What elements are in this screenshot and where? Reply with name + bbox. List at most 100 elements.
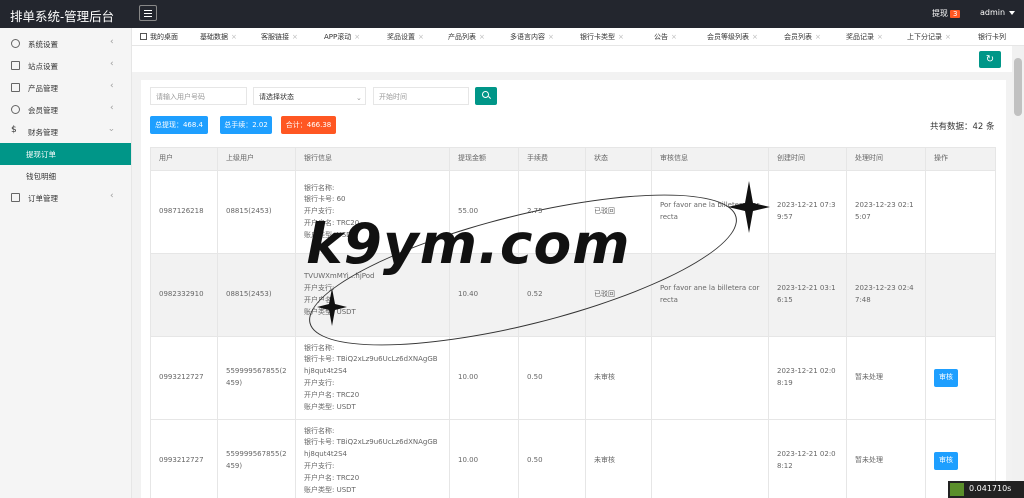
column-header: 操作 <box>925 147 996 171</box>
close-icon[interactable]: × <box>418 33 424 41</box>
cell-action <box>925 253 996 337</box>
load-timer: 0.041710s <box>948 481 1024 498</box>
close-icon[interactable]: × <box>815 33 821 41</box>
chevron-left-icon: ‹ <box>110 103 114 113</box>
sidebar-item-system-settings[interactable]: 系统设置 ‹ <box>0 33 131 55</box>
search-icon <box>482 91 489 98</box>
column-header: 创建时间 <box>768 147 847 171</box>
scrollbar-thumb[interactable] <box>1014 58 1022 116</box>
cell-parent: 559999567855(2459) <box>217 419 296 498</box>
sidebar-item-order-management[interactable]: 订单管理 ‹ <box>0 187 131 209</box>
tab-points-records[interactable]: 上下分记录 × <box>907 32 951 42</box>
table-header-row: 用户 上级用户 银行信息 提现金额 手续费 状态 审核信息 创建时间 处理时间 … <box>150 147 996 171</box>
column-header: 审核信息 <box>651 147 769 171</box>
timer-icon <box>950 483 964 496</box>
sidebar-item-wallet-details[interactable]: 钱包明细 <box>0 165 131 187</box>
total-sum-badge: 合计：466.38 <box>281 116 336 134</box>
close-icon[interactable]: × <box>548 33 554 41</box>
tab-app-scroll[interactable]: APP滚动 × <box>324 32 360 42</box>
cell-audit <box>651 336 769 420</box>
app-title: 排单系统-管理后台 <box>10 10 115 24</box>
column-header: 处理时间 <box>846 147 926 171</box>
cell-action <box>925 170 996 254</box>
refresh-button[interactable]: ↻ <box>979 51 1001 68</box>
cart-icon <box>11 83 20 92</box>
chevron-left-icon: ‹ <box>110 191 114 201</box>
column-header: 手续费 <box>518 147 586 171</box>
hamburger-icon <box>144 9 152 11</box>
close-icon[interactable]: × <box>479 33 485 41</box>
close-icon[interactable]: × <box>945 33 951 41</box>
sidebar-item-member-management[interactable]: 会员管理 ‹ <box>0 99 131 121</box>
close-icon[interactable]: × <box>671 33 677 41</box>
tab-basic-data[interactable]: 基础数据 × <box>200 32 237 42</box>
notification-count-badge: 3 <box>950 10 961 18</box>
tab-product-list[interactable]: 产品列表 × <box>448 32 485 42</box>
cell-parent: 08815(2453) <box>217 170 296 254</box>
tab-prize-records[interactable]: 奖品记录 × <box>846 32 883 42</box>
cell-created: 2023-12-21 02:08:12 <box>768 419 847 498</box>
home-icon <box>140 33 147 40</box>
table-row: 0993212727 559999567855(2459) 银行名称: 银行卡号… <box>150 419 996 498</box>
close-icon[interactable]: × <box>618 33 624 41</box>
table-row: 0993212727 559999567855(2459) 银行名称: 银行卡号… <box>150 336 996 420</box>
cell-created: 2023-12-21 03:16:15 <box>768 253 847 337</box>
sidebar-item-site-settings[interactable]: 站点设置 ‹ <box>0 55 131 77</box>
close-icon[interactable]: × <box>877 33 883 41</box>
close-icon[interactable]: × <box>752 33 758 41</box>
cell-audit <box>651 419 769 498</box>
status-select[interactable]: 请选择状态 <box>253 87 366 105</box>
tab-bank-card-list[interactable]: 银行卡列 <box>978 32 1006 42</box>
user-icon <box>11 105 20 114</box>
cell-user: 0993212727 <box>150 419 218 498</box>
audit-button[interactable]: 审核 <box>934 369 958 387</box>
sparkle-icon <box>317 288 347 326</box>
tab-notice[interactable]: 公告 × <box>654 32 677 42</box>
close-icon[interactable]: × <box>292 33 298 41</box>
cell-bank: 银行名称: 银行卡号: TBiQ2xLz9u6UcLz6dXNAgGBhj8qu… <box>295 419 450 498</box>
user-phone-input[interactable]: 请输入用户号码 <box>150 87 247 105</box>
dollar-icon: $ <box>11 125 17 135</box>
cell-created: 2023-12-21 07:39:57 <box>768 170 847 254</box>
sparkle-icon <box>728 181 770 233</box>
audit-button[interactable]: 审核 <box>934 452 958 470</box>
cell-amount: 10.00 <box>449 336 519 420</box>
start-time-input[interactable]: 开始时间 <box>373 87 469 105</box>
close-icon[interactable]: × <box>231 33 237 41</box>
sidebar-item-product-management[interactable]: 产品管理 ‹ <box>0 77 131 99</box>
tab-service-links[interactable]: 客服链接 × <box>261 32 298 42</box>
tab-my-desktop[interactable]: 我的桌面 <box>140 32 178 42</box>
top-header: 排单系统-管理后台 提现 3 admin <box>0 0 1024 28</box>
user-menu[interactable]: admin <box>980 8 1016 17</box>
total-fee-badge: 总手续：2.02 <box>220 116 272 134</box>
tab-multilang[interactable]: 多语言内容 × <box>510 32 554 42</box>
chevron-left-icon: ‹ <box>110 81 114 91</box>
column-header: 上级用户 <box>217 147 296 171</box>
watermark-text: k9ym.com <box>306 212 631 276</box>
search-button[interactable] <box>475 87 497 105</box>
sidebar-item-withdraw-orders[interactable]: 提现订单 <box>0 143 131 165</box>
cell-user: 0987126218 <box>150 170 218 254</box>
withdraw-notification[interactable]: 提现 3 <box>932 8 961 19</box>
refresh-icon: ↻ <box>985 54 995 65</box>
cell-bank: 银行名称: 银行卡号: TBiQ2xLz9u6UcLz6dXNAgGBhj8qu… <box>295 336 450 420</box>
close-icon[interactable]: × <box>354 33 360 41</box>
sidebar-item-finance-management[interactable]: $ 财务管理 ‹ <box>0 121 131 143</box>
column-header: 用户 <box>150 147 218 171</box>
withdraw-table: 用户 上级用户 银行信息 提现金额 手续费 状态 审核信息 创建时间 处理时间 … <box>150 147 996 498</box>
chevron-left-icon: ‹ <box>110 59 114 69</box>
tab-member-level-list[interactable]: 会员等级列表 × <box>707 32 758 42</box>
tab-member-list[interactable]: 会员列表 × <box>784 32 821 42</box>
tab-bar: 我的桌面 基础数据 × 客服链接 × APP滚动 × 奖品设置 × 产品列表 × 多语言内… <box>132 28 1024 46</box>
tab-prize-settings[interactable]: 奖品设置 × <box>387 32 424 42</box>
caret-down-icon <box>1009 10 1016 15</box>
total-withdraw-badge: 总提现：468.4 <box>150 116 208 134</box>
chevron-down-icon: ‹ <box>106 128 117 132</box>
select-caret-icon: ⌄ <box>356 94 362 102</box>
cell-user: 0993212727 <box>150 336 218 420</box>
cell-status: 未审核 <box>585 336 652 420</box>
cell-amount: 10.00 <box>449 419 519 498</box>
cell-user: 0982332910 <box>150 253 218 337</box>
tab-bank-card-types[interactable]: 银行卡类型 × <box>580 32 624 42</box>
menu-toggle-button[interactable] <box>139 5 157 21</box>
